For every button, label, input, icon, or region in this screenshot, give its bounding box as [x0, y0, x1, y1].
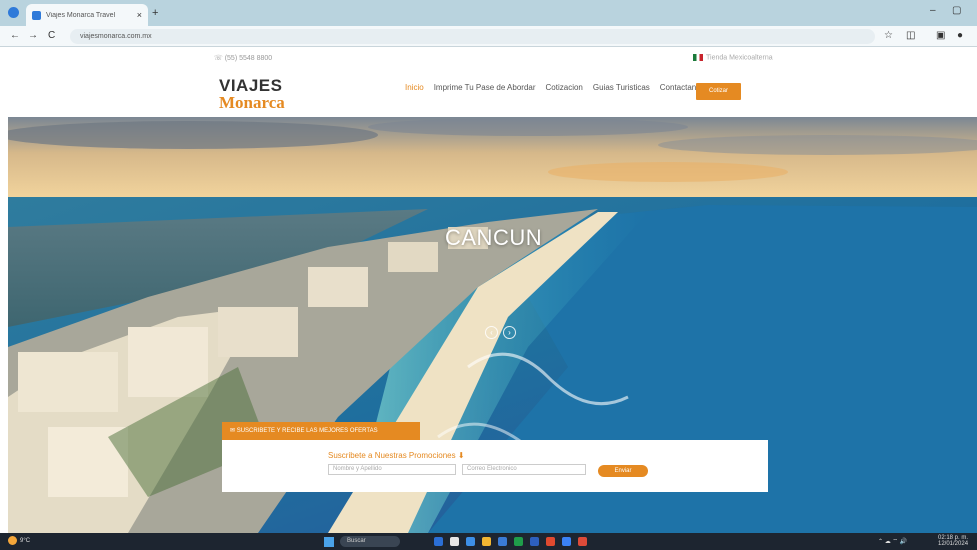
taskbar-app-icon[interactable]	[466, 537, 475, 546]
name-field[interactable]: Nombre y Apellido	[328, 464, 456, 475]
taskbar-app-icon[interactable]	[530, 537, 539, 546]
profile-avatar-icon[interactable]: ●	[957, 30, 963, 41]
extensions-icon[interactable]: ◫	[906, 30, 915, 41]
weather-temp: 9°C	[20, 537, 31, 544]
site-topbar: ☏ (55) 5548 8800 Tienda Mexicoalterna	[0, 47, 977, 69]
nav-item-guias[interactable]: Guias Turisticas	[593, 83, 650, 92]
back-button[interactable]: ←	[10, 30, 20, 41]
new-tab-button[interactable]: +	[152, 7, 158, 19]
taskbar-app-icon[interactable]	[498, 537, 507, 546]
main-navigation: Inicio Imprime Tu Pase de Abordar Cotiza…	[405, 83, 705, 92]
site-favicon-icon	[32, 10, 41, 20]
phone-number[interactable]: ☏ (55) 5548 8800	[214, 54, 272, 62]
bookmark-star-icon[interactable]: ☆	[884, 30, 893, 41]
address-bar[interactable]: viajesmonarca.com.mx	[70, 29, 875, 44]
nav-item-cotizacion[interactable]: Cotizacion	[546, 83, 583, 92]
language-link[interactable]: Tienda Mexicoalterna	[693, 54, 773, 61]
weather-widget[interactable]: 9°C	[8, 536, 30, 545]
forward-button[interactable]: →	[28, 30, 38, 41]
profile-icon[interactable]	[8, 7, 19, 18]
chrome-icon[interactable]	[578, 537, 587, 546]
hero-title: CANCUN	[445, 225, 543, 250]
site-logo[interactable]: VIAJES Monarca	[219, 77, 285, 111]
sun-icon	[8, 536, 17, 545]
taskbar-app-icon[interactable]	[514, 537, 523, 546]
subscribe-form: Suscribete a Nuestras Promociones ⬇ Nomb…	[222, 440, 768, 492]
language-label: Tienda Mexicoalterna	[706, 54, 773, 62]
clock[interactable]: 02:18 p. m. 12/01/2024	[938, 535, 968, 547]
taskbar-app-icon[interactable]	[562, 537, 571, 546]
logo-line1: VIAJES	[219, 76, 283, 95]
taskbar-app-icon[interactable]	[546, 537, 555, 546]
maximize-button[interactable]: ▢	[952, 5, 961, 16]
email-field[interactable]: Correo Electronico	[462, 464, 586, 475]
website: ☏ (55) 5548 8800 Tienda Mexicoalterna VI…	[0, 47, 977, 533]
minimize-button[interactable]: –	[930, 5, 936, 16]
subscribe-tab[interactable]: ✉ SUSCRIBETE Y RECIBE LAS MEJORES OFERTA…	[222, 422, 420, 440]
taskbar-app-icon[interactable]	[450, 537, 459, 546]
url-text: viajesmonarca.com.mx	[80, 33, 152, 40]
nav-item-inicio[interactable]: Inicio	[405, 83, 424, 92]
cotizar-button[interactable]: Cotizar	[696, 83, 741, 100]
taskbar-app-icon[interactable]	[482, 537, 491, 546]
subscribe-button[interactable]: Enviar	[598, 465, 648, 477]
tab-title: Viajes Monarca Travel	[46, 11, 116, 19]
windows-start-icon[interactable]	[324, 537, 334, 547]
mexico-flag-icon	[693, 54, 703, 61]
tab-close-icon[interactable]: ×	[137, 10, 142, 20]
browser-toolbar: ← → C viajesmonarca.com.mx ☆ ◫ ▣ ●	[0, 26, 977, 47]
taskbar-app-icon[interactable]	[434, 537, 443, 546]
subscribe-title: Suscribete a Nuestras Promociones ⬇	[328, 451, 465, 460]
system-tray[interactable]: ⌃ ☁ ⌔ 🔊	[878, 537, 907, 545]
windows-taskbar: 9°C Buscar ⌃ ☁ ⌔ 🔊 02:18 p. m. 12/01/202…	[0, 533, 977, 550]
taskbar-search[interactable]: Buscar	[340, 536, 400, 547]
hero-slider: CANCUN ‹ › ✉ SUSCRIBETE Y RECIBE LAS MEJ…	[8, 117, 977, 533]
browser-tab-strip: Viajes Monarca Travel × + – ▢	[0, 0, 977, 26]
clock-date: 12/01/2024	[938, 541, 969, 547]
slider-next-button[interactable]: ›	[503, 326, 516, 339]
slider-prev-button[interactable]: ‹	[485, 326, 498, 339]
reload-button[interactable]: C	[48, 30, 55, 41]
nav-item-pase-abordar[interactable]: Imprime Tu Pase de Abordar	[434, 83, 536, 92]
sidebar-icon[interactable]: ▣	[936, 30, 945, 41]
logo-line2: Monarca	[219, 93, 285, 112]
browser-tab[interactable]: Viajes Monarca Travel ×	[26, 4, 148, 26]
